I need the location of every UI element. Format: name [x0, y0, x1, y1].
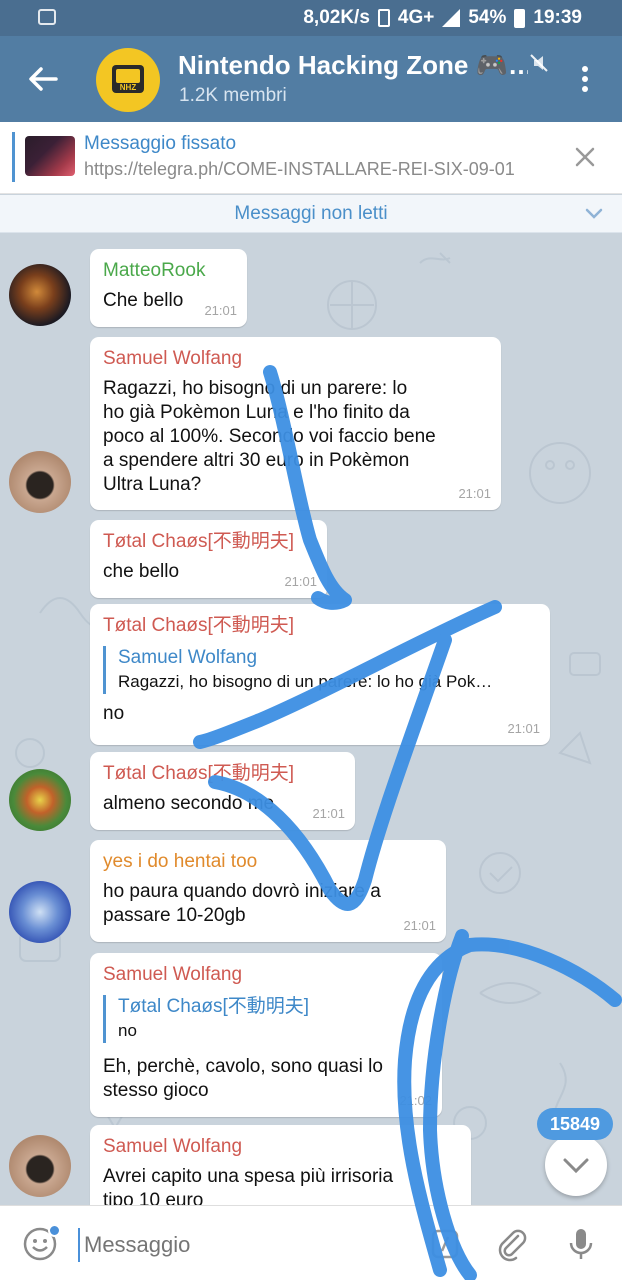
- status-bar: 8,02K/s 4G+ 54% 19:39: [0, 0, 622, 36]
- pinned-message[interactable]: Messaggio fissato https://telegra.ph/COM…: [0, 122, 622, 194]
- reply-text: Ragazzi, ho bisogno di un parere: lo ho …: [118, 672, 493, 691]
- message-sender[interactable]: Samuel Wolfang: [103, 1135, 458, 1159]
- pinned-url: https://telegra.ph/COME-INSTALLARE-REI-S…: [84, 159, 515, 179]
- reply-quote[interactable]: Tøtal Chaøs[不動明夫] no: [103, 995, 429, 1043]
- message-list[interactable]: MatteoRook Che bello 21:01 Samuel Wolfan…: [0, 233, 622, 1205]
- unread-divider: Messaggi non letti: [0, 195, 622, 233]
- attach-icon[interactable]: [494, 1226, 530, 1262]
- message-text: Ragazzi, ho bisogno di un parere: lo ho …: [103, 378, 436, 495]
- message-sender[interactable]: Tøtal Chaøs[不動明夫]: [103, 614, 537, 638]
- message-bubble[interactable]: yes i do hentai too ho paura quando dovr…: [90, 840, 446, 942]
- more-vert-icon[interactable]: [578, 66, 592, 96]
- message-bubble[interactable]: MatteoRook Che bello 21:01: [90, 249, 247, 327]
- message-bubble[interactable]: Tøtal Chaøs[不動明夫] che bello 21:01: [90, 520, 327, 598]
- message-text: ho paura quando dovrò iniziare a passare…: [103, 881, 381, 926]
- mute-icon: [530, 54, 548, 72]
- avatar[interactable]: [9, 264, 71, 326]
- message-time: 21:01: [403, 918, 436, 933]
- reply-text: no: [118, 1021, 137, 1040]
- composer: [0, 1205, 622, 1280]
- reply-sender: Samuel Wolfang: [118, 647, 258, 668]
- message-text: Avrei capito una spesa più irrisoria tip…: [103, 1166, 394, 1205]
- message-sender[interactable]: MatteoRook: [103, 259, 234, 283]
- console-logo: NHZ: [112, 65, 144, 93]
- avatar-logo-text: NHZ: [119, 83, 137, 92]
- clock: 19:39: [533, 7, 582, 28]
- chevron-down-icon[interactable]: [584, 205, 604, 223]
- message-bubble[interactable]: Samuel Wolfang Avrei capito una spesa pi…: [90, 1125, 471, 1205]
- mic-icon[interactable]: [566, 1226, 596, 1262]
- close-icon[interactable]: [574, 146, 596, 168]
- pinned-accent-bar: [12, 132, 15, 182]
- message-input[interactable]: [78, 1228, 408, 1262]
- message-time: 21:01: [312, 806, 345, 821]
- signal-icon: [442, 9, 461, 27]
- scroll-down-button[interactable]: [545, 1134, 607, 1196]
- message-time: 21:01: [284, 574, 317, 589]
- network-speed: 8,02K/s: [303, 7, 370, 28]
- battery-percent: 54%: [468, 7, 507, 28]
- network-type: 4G+: [397, 7, 435, 28]
- reply-quote[interactable]: Samuel Wolfang Ragazzi, ho bisogno di un…: [103, 646, 537, 694]
- bot-command-icon[interactable]: [430, 1228, 460, 1260]
- message-time: 21:02: [399, 1093, 432, 1108]
- message-bubble[interactable]: Tøtal Chaøs[不動明夫] Samuel Wolfang Ragazzi…: [90, 604, 550, 745]
- group-avatar[interactable]: NHZ: [96, 48, 160, 112]
- message-bubble[interactable]: Samuel Wolfang Tøtal Chaøs[不動明夫] no Eh, …: [90, 953, 442, 1117]
- chat-header: NHZ Nintendo Hacking Zone 🎮… 1.2K membri: [0, 36, 622, 122]
- message-text: Eh, perchè, cavolo, sono quasi lo stesso…: [103, 1056, 383, 1101]
- unread-count-badge: 15849: [537, 1108, 613, 1140]
- status-right: 8,02K/s 4G+ 54% 19:39: [303, 7, 582, 29]
- chevron-down-icon: [563, 1158, 589, 1174]
- message-sender[interactable]: yes i do hentai too: [103, 850, 433, 874]
- message-time: 21:01: [458, 486, 491, 501]
- message-sender[interactable]: Tøtal Chaøs[不動明夫]: [103, 530, 314, 554]
- wifi-icon: [38, 9, 56, 25]
- message-text: almeno secondo me: [103, 793, 275, 814]
- message-sender[interactable]: Samuel Wolfang: [103, 963, 429, 987]
- avatar[interactable]: [9, 769, 71, 831]
- avatar[interactable]: [9, 1135, 71, 1197]
- member-count: 1.2K membri: [179, 85, 287, 106]
- back-arrow-icon[interactable]: [26, 62, 60, 96]
- pinned-thumbnail: [25, 136, 75, 176]
- message-bubble[interactable]: Tøtal Chaøs[不動明夫] almeno secondo me 21:0…: [90, 752, 355, 830]
- message-sender[interactable]: Samuel Wolfang: [103, 347, 488, 371]
- notification-dot: [48, 1224, 61, 1237]
- vibrate-icon: [377, 9, 390, 27]
- battery-icon: [514, 8, 526, 28]
- chat-title[interactable]: Nintendo Hacking Zone 🎮…: [178, 50, 528, 81]
- reply-sender: Tøtal Chaøs[不動明夫]: [118, 996, 310, 1017]
- unread-label: Messaggi non letti: [234, 203, 388, 224]
- message-bubble[interactable]: Samuel Wolfang Ragazzi, ho bisogno di un…: [90, 337, 501, 510]
- message-time: 21:01: [204, 303, 237, 318]
- message-text: che bello: [103, 561, 180, 582]
- message-text: no: [103, 703, 125, 724]
- message-time: 21:01: [507, 721, 540, 736]
- avatar[interactable]: [9, 451, 71, 513]
- message-sender[interactable]: Tøtal Chaøs[不動明夫]: [103, 762, 342, 786]
- avatar[interactable]: [9, 881, 71, 943]
- pinned-label: Messaggio fissato: [84, 133, 237, 154]
- console-screen: [116, 69, 140, 83]
